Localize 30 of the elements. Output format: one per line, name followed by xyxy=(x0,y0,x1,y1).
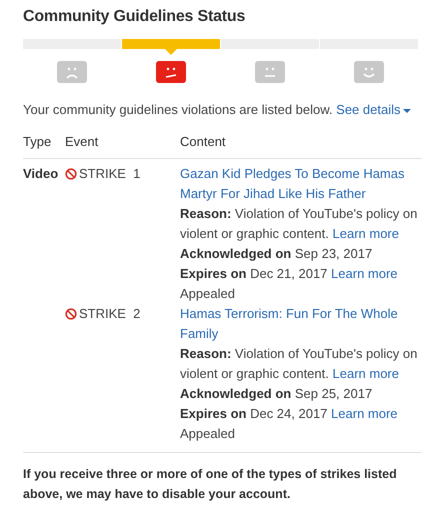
strike-label: STRIKE 2 xyxy=(79,305,140,323)
expiry-date: Expires on Dec 21, 2017 Learn more xyxy=(180,265,399,283)
appeal-status: Appealed xyxy=(180,286,235,301)
happy-face-icon xyxy=(354,61,384,83)
video-title-link[interactable]: Hamas Terrorism: Fun For The Whole Family xyxy=(180,304,422,344)
intro-text: Your community guidelines violations are listed below. See details xyxy=(23,102,422,117)
learn-more-link[interactable]: Learn more xyxy=(332,226,399,241)
learn-more-link[interactable]: Learn more xyxy=(332,366,399,381)
acknowledged-date: Acknowledged on Sep 25, 2017 xyxy=(180,386,372,401)
expiry-date: Expires on Dec 24, 2017 Learn more xyxy=(180,405,399,423)
warning-text: If you receive three or more of one of the types of strikes listed above, we may have to disable your account. xyxy=(23,466,398,503)
video-title-link[interactable]: Gazan Kid Pledges To Become Hamas Martyr For Jihad Like His Father xyxy=(180,164,422,204)
neutral-face-icon xyxy=(254,61,285,83)
column-header: Content xyxy=(180,134,226,149)
reason-text: Reason: Violation of YouTube's policy on violent or graphic content. Learn more xyxy=(180,205,418,243)
worried-face-icon xyxy=(156,61,186,83)
column-header: Event xyxy=(65,134,98,149)
learn-more-link[interactable]: Learn more xyxy=(331,266,398,281)
reason-text: Reason: Violation of YouTube's policy on violent or graphic content. Learn more xyxy=(180,345,418,383)
sad-face-icon xyxy=(57,61,88,83)
appeal-status: Appealed xyxy=(180,426,235,441)
page-title: Community Guidelines Status xyxy=(23,8,246,26)
see-details-link[interactable]: See details xyxy=(336,102,412,117)
acknowledged-date: Acknowledged on Sep 23, 2017 xyxy=(180,246,372,261)
prohibited-icon xyxy=(65,168,77,180)
learn-more-link[interactable]: Learn more xyxy=(331,406,398,421)
type-cell: Video xyxy=(23,166,58,181)
strike-label: STRIKE 1 xyxy=(79,165,140,183)
prohibited-icon xyxy=(65,308,77,320)
column-header: Type xyxy=(23,134,52,149)
